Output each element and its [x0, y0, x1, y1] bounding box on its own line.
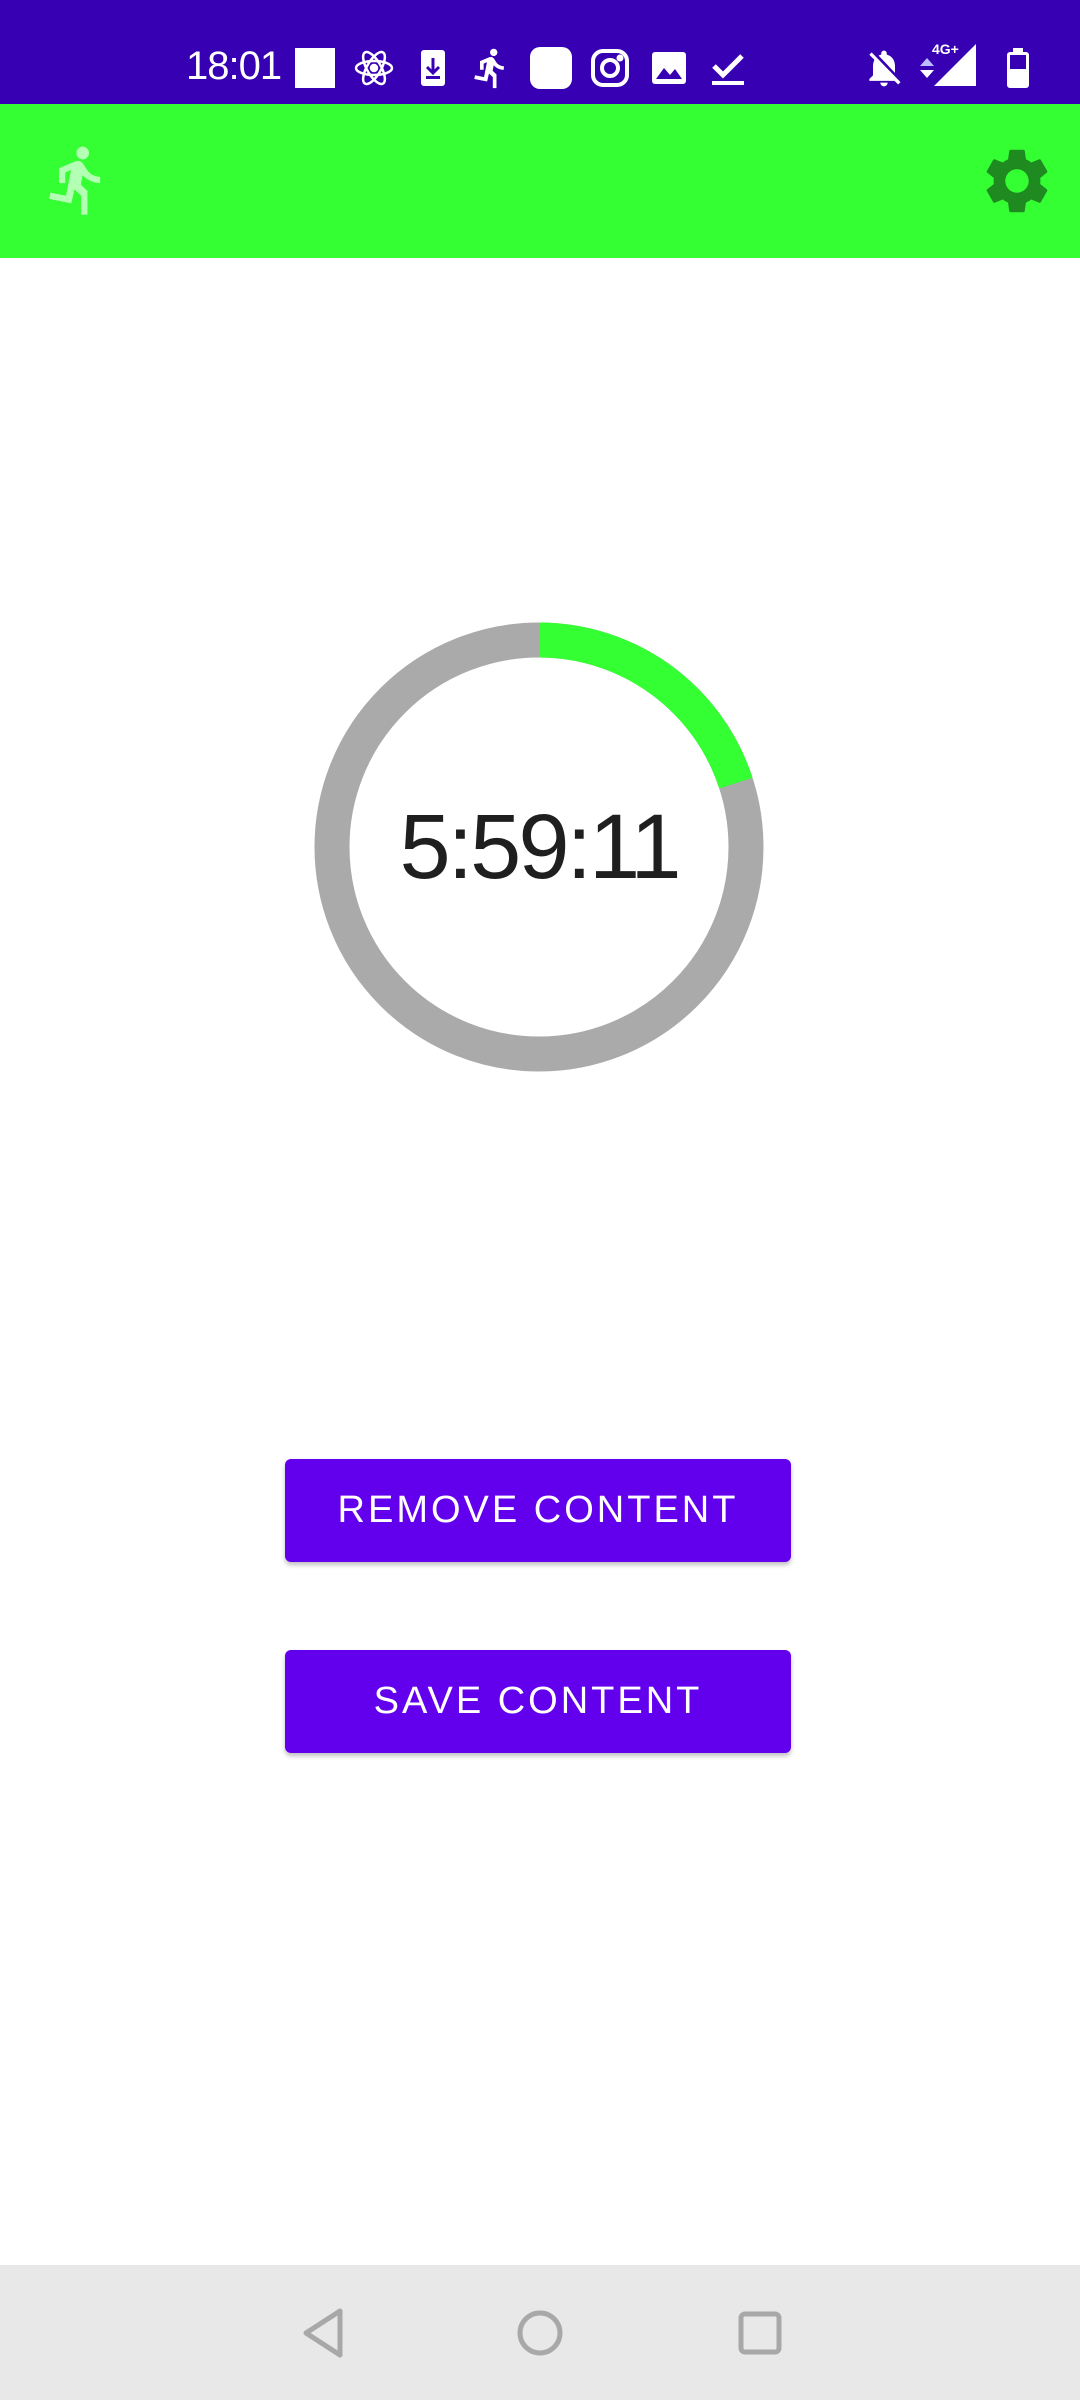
status-time: 18:01: [186, 44, 282, 88]
navigation-bar: [0, 2265, 1080, 2400]
back-icon[interactable]: [292, 2301, 356, 2365]
remove-content-button[interactable]: REMOVE CONTENT: [285, 1459, 791, 1562]
recents-icon[interactable]: [728, 2301, 792, 2365]
countdown-timer: 5:59:11: [314, 622, 764, 1072]
signal-4g-icon: 4G+: [930, 40, 980, 90]
white-square-icon: [293, 46, 337, 90]
running-figure-icon: [469, 46, 513, 90]
gear-icon[interactable]: [978, 142, 1056, 220]
atom-icon: [352, 46, 396, 90]
network-label: 4G+: [932, 41, 959, 57]
screen: 18:01 4G+ 5:59:11 REMOVE CONTENT SAVE CO…: [0, 0, 1080, 2400]
bell-off-icon: [862, 46, 906, 90]
rounded-square-icon: [529, 46, 573, 90]
checkmark-icon: [706, 46, 750, 90]
app-bar: [0, 104, 1080, 258]
save-content-button[interactable]: SAVE CONTENT: [285, 1650, 791, 1753]
image-icon: [647, 46, 691, 90]
battery-icon: [996, 46, 1040, 90]
instagram-icon: [588, 46, 632, 90]
timer-display: 5:59:11: [399, 795, 681, 898]
download-icon: [411, 46, 455, 90]
running-figure-icon[interactable]: [40, 142, 116, 218]
status-bar: 18:01 4G+: [0, 0, 1080, 104]
home-icon[interactable]: [508, 2301, 572, 2365]
